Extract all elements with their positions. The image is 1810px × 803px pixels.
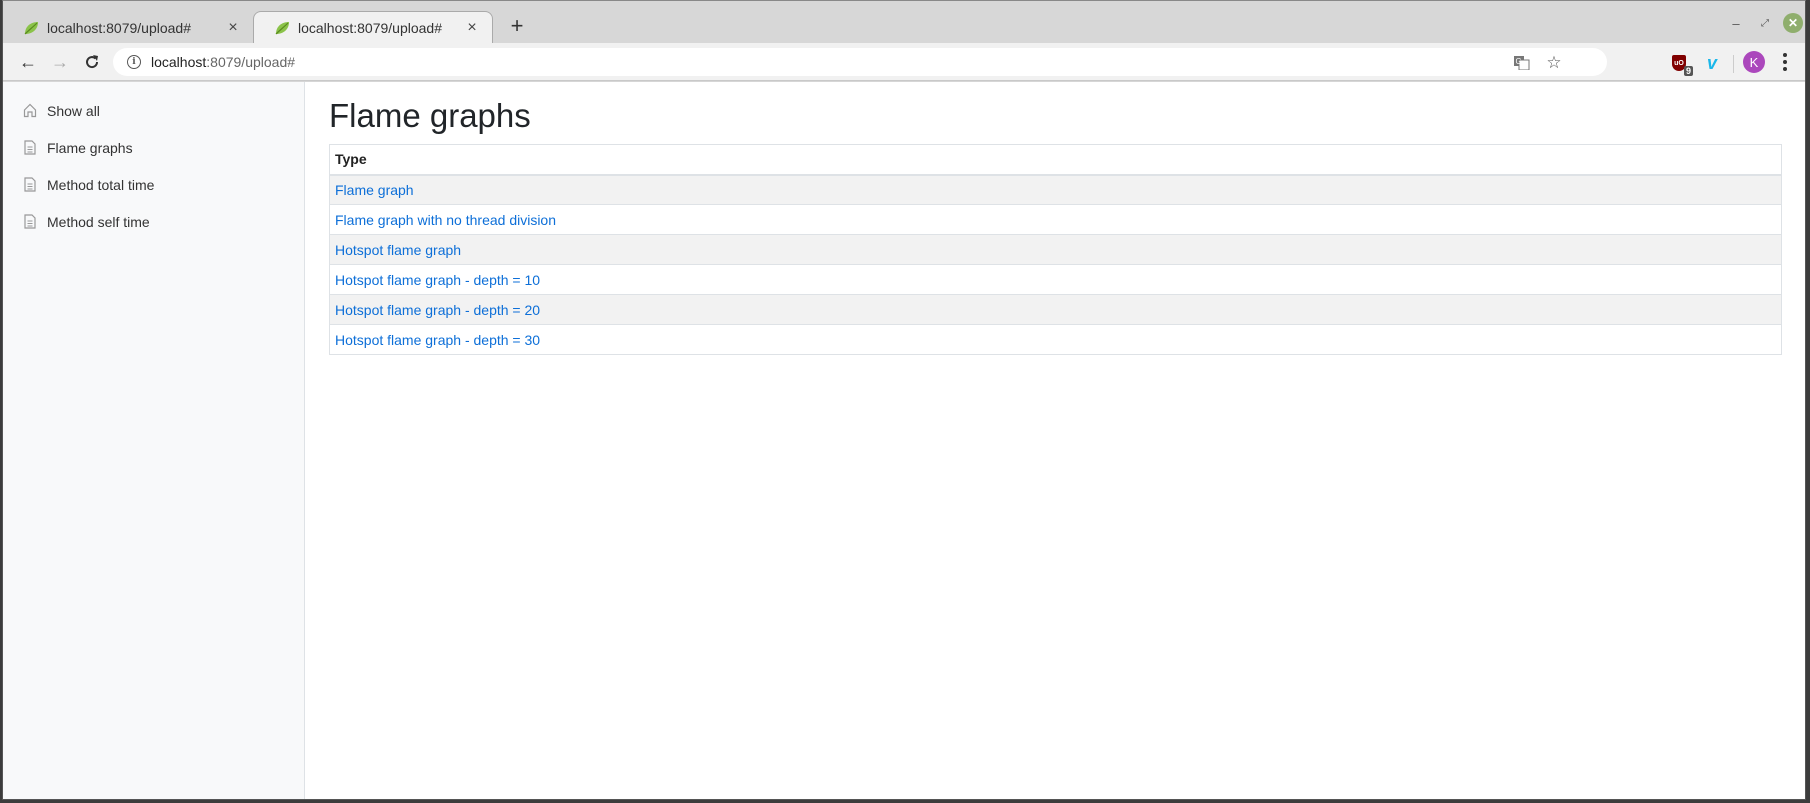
sidebar-item-label: Show all [47,102,100,119]
ublock-extension-icon[interactable]: uO 9 [1667,51,1693,76]
spring-leaf-icon [24,21,38,34]
kebab-menu-icon[interactable] [1777,51,1793,73]
url-host: localhost [151,54,207,70]
tab-2-active[interactable]: localhost:8079/upload# × [253,11,493,44]
page-title: Flame graphs [329,97,531,134]
table-cell: Hotspot flame graph - depth = 20 [329,294,1782,325]
svg-text:G: G [1516,57,1522,66]
document-icon [24,177,36,192]
table-row: Hotspot flame graph - depth = 20 [329,294,1782,325]
document-icon [24,140,36,155]
bookmark-star-icon[interactable]: ☆ [1543,52,1565,74]
reload-glyph [86,55,99,69]
main-panel: Flame graphs Type Flame graph Flame grap… [329,82,1782,355]
url-path: :8079/upload# [206,54,296,70]
reload-icon[interactable] [79,49,105,75]
address-bar[interactable]: i localhost:8079/upload# G ☆ [113,48,1607,76]
sidebar-item-label: Flame graphs [47,139,133,156]
close-tab-icon[interactable]: × [464,19,480,37]
browser-window: localhost:8079/upload# × localhost:8079/… [2,0,1806,800]
tab-title: localhost:8079/upload# [47,19,192,36]
sidebar-item-show-all[interactable]: Show all [3,92,304,129]
flame-graph-no-thread-link[interactable]: Flame graph with no thread division [335,212,556,228]
table-cell: Hotspot flame graph [329,234,1782,265]
translate-icon[interactable]: G [1511,52,1533,74]
hotspot-depth-10-link[interactable]: Hotspot flame graph - depth = 10 [335,272,540,288]
minimize-icon[interactable]: – [1726,13,1746,33]
ublock-badge: 9 [1683,66,1693,76]
sidebar-item-label: Method total time [47,176,155,193]
flame-graph-link[interactable]: Flame graph [335,182,414,198]
document-icon [24,214,36,229]
sidebar-item-flame-graphs[interactable]: Flame graphs [3,129,304,166]
browser-toolbar: ← → i localhost:8079/upload# G ☆ uO 9 v … [3,43,1805,81]
maximize-icon[interactable]: ⤢ [1755,13,1775,33]
table-cell: Flame graph [329,174,1782,205]
column-header-type: Type [329,144,1782,176]
tab-1[interactable]: localhost:8079/upload# × [3,11,253,44]
tab-strip: localhost:8079/upload# × localhost:8079/… [3,1,1805,44]
flame-graph-types-table: Type Flame graph Flame graph with no thr… [329,144,1782,355]
new-tab-button[interactable]: + [503,13,531,41]
forward-arrow-icon[interactable]: → [47,49,73,75]
vimeo-extension-icon[interactable]: v [1700,51,1724,75]
sidebar-item-label: Method self time [47,213,150,230]
profile-avatar[interactable]: K [1743,51,1765,73]
table-row: Hotspot flame graph [329,234,1782,265]
tab-title: localhost:8079/upload# [298,20,443,36]
hotspot-depth-30-link[interactable]: Hotspot flame graph - depth = 30 [335,332,540,348]
table-row: Flame graph [329,174,1782,205]
table-cell: Hotspot flame graph - depth = 30 [329,324,1782,355]
site-info-icon[interactable]: i [127,55,141,69]
window-close-icon[interactable]: ✕ [1783,13,1803,33]
sidebar-item-method-total-time[interactable]: Method total time [3,166,304,203]
close-tab-icon[interactable]: × [225,19,241,37]
table-row: Hotspot flame graph - depth = 30 [329,324,1782,355]
spring-leaf-icon [275,22,289,35]
back-arrow-icon[interactable]: ← [15,49,41,75]
sidebar-item-method-self-time[interactable]: Method self time [3,203,304,240]
table-row: Hotspot flame graph - depth = 10 [329,264,1782,295]
home-icon [23,103,37,118]
hotspot-flame-graph-link[interactable]: Hotspot flame graph [335,242,461,258]
sidebar: Show all Flame graphs Method total time … [3,82,305,799]
table-cell: Hotspot flame graph - depth = 10 [329,264,1782,295]
table-header-row: Type [329,144,1782,176]
toolbar-divider [1733,55,1734,73]
table-row: Flame graph with no thread division [329,204,1782,235]
hotspot-depth-20-link[interactable]: Hotspot flame graph - depth = 20 [335,302,540,318]
page-content: Show all Flame graphs Method total time … [3,82,1805,799]
table-cell: Flame graph with no thread division [329,204,1782,235]
